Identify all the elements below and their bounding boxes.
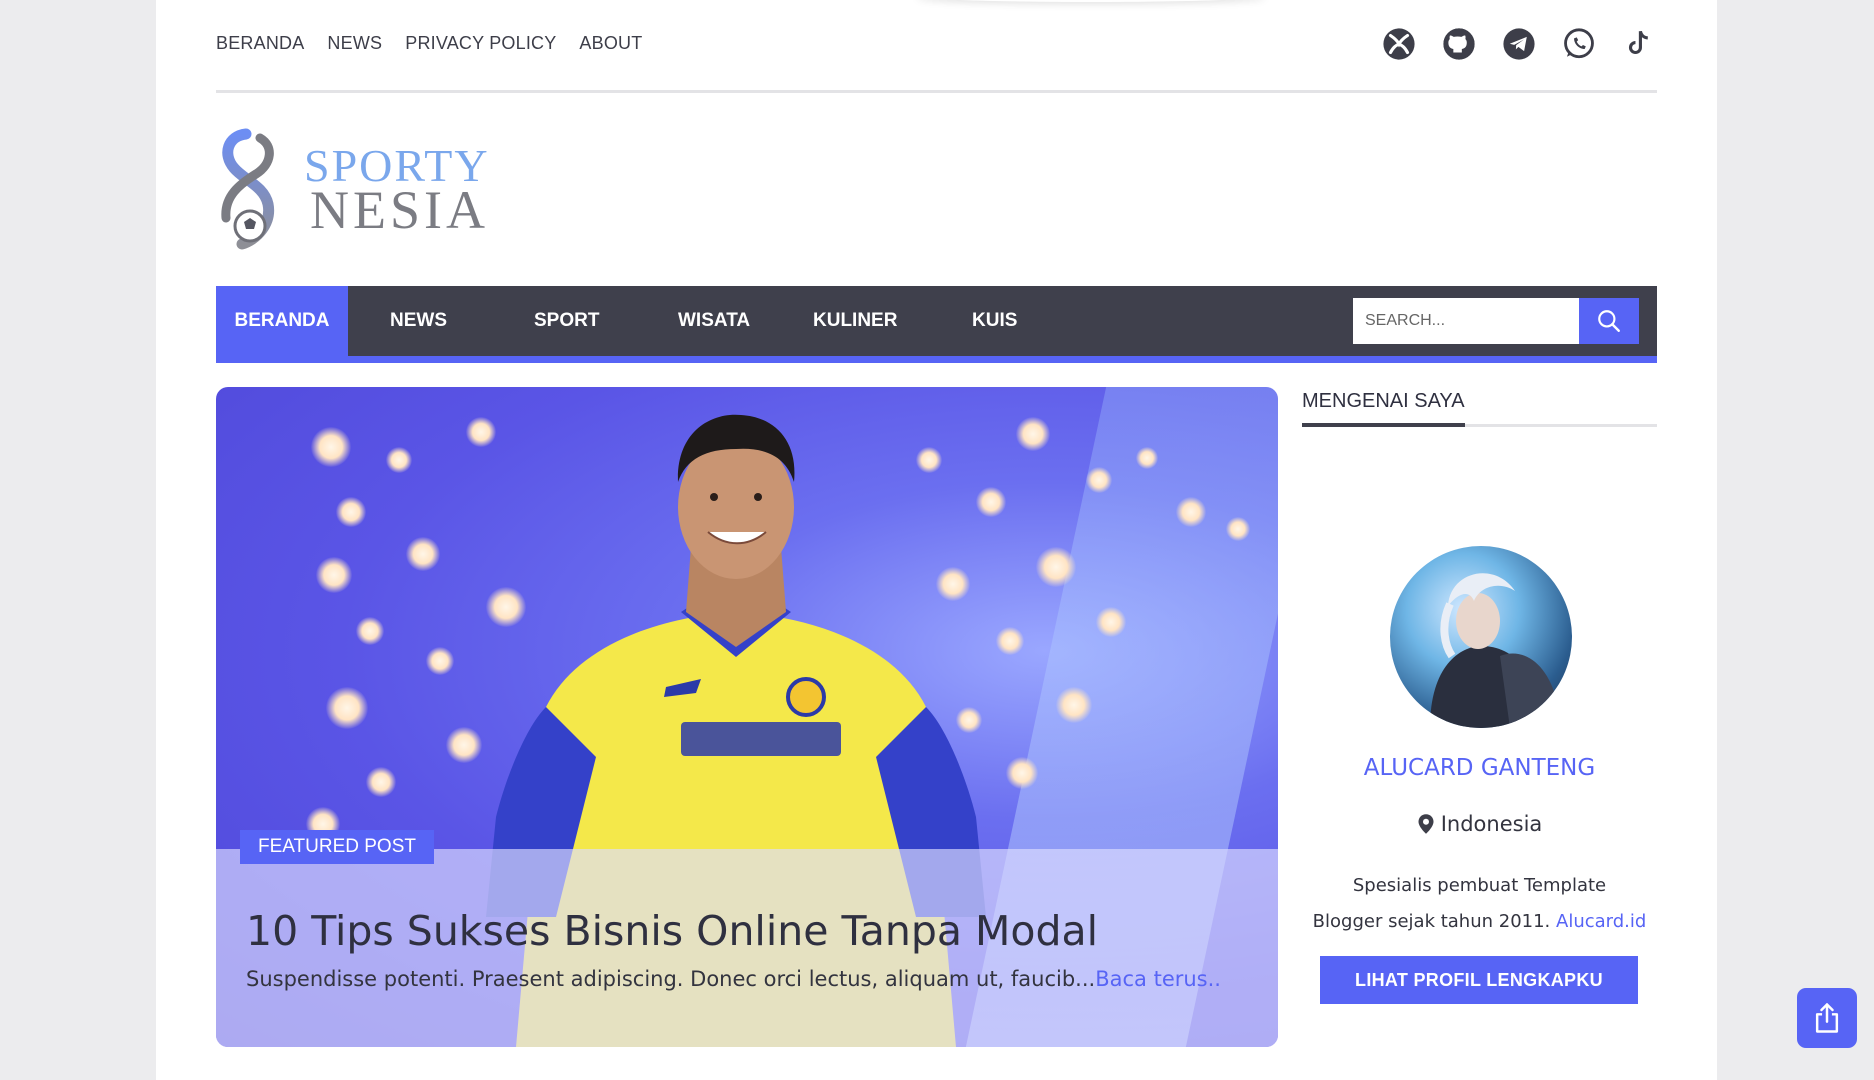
widget-title-text: MENGENAI SAYA bbox=[1302, 390, 1465, 427]
header-divider bbox=[216, 90, 1657, 93]
location-pin-icon bbox=[1418, 814, 1434, 834]
whatsapp-icon[interactable] bbox=[1561, 26, 1597, 62]
top-nav-item-about[interactable]: ABOUT bbox=[579, 33, 642, 54]
top-nav: BERANDA NEWS PRIVACY POLICY ABOUT bbox=[216, 33, 642, 54]
search-input[interactable] bbox=[1353, 298, 1579, 344]
search-form bbox=[1353, 298, 1639, 344]
profile-name[interactable]: ALUCARD GANTENG bbox=[1302, 755, 1657, 781]
featured-excerpt-text: Suspendisse potenti. Praesent adipiscing… bbox=[246, 967, 1096, 991]
profile-location: Indonesia bbox=[1302, 812, 1657, 836]
top-shadow bbox=[916, 0, 1266, 2]
read-more-link[interactable]: Baca terus.. bbox=[1095, 967, 1221, 991]
telegram-icon[interactable] bbox=[1501, 26, 1537, 62]
avatar bbox=[1390, 546, 1572, 728]
featured-tag[interactable]: FEATURED POST bbox=[240, 830, 434, 864]
main-nav: BERANDA NEWS SPORT WISATA KULINER KUIS bbox=[216, 286, 1657, 363]
profile-bio-line1: Spesialis pembuat Template bbox=[1352, 875, 1607, 896]
featured-post[interactable]: FEATURED POST 10 Tips Sukses Bisnis Onli… bbox=[216, 387, 1278, 1047]
share-icon bbox=[1815, 1003, 1839, 1033]
main-nav-item-beranda[interactable]: BERANDA bbox=[216, 286, 348, 356]
main-nav-item-sport[interactable]: SPORT bbox=[534, 286, 599, 356]
share-button[interactable] bbox=[1797, 988, 1857, 1048]
profile-bio-line2: Blogger sejak tahun 2011. bbox=[1312, 911, 1551, 932]
social-links bbox=[1381, 26, 1657, 62]
top-nav-item-news[interactable]: NEWS bbox=[327, 33, 382, 54]
profile-bio: Spesialis pembuat Template Blogger sejak… bbox=[1302, 868, 1657, 940]
search-button[interactable] bbox=[1579, 298, 1639, 344]
featured-post-excerpt: Suspendisse potenti. Praesent adipiscing… bbox=[246, 967, 1221, 991]
view-full-profile-button[interactable]: LIHAT PROFIL LENGKAPKU bbox=[1320, 956, 1638, 1004]
sidebar: MENGENAI SAYA ALUCARD GANTENG Indonesia … bbox=[1302, 390, 1657, 1004]
main-nav-item-kuliner[interactable]: KULINER bbox=[813, 286, 897, 356]
xbox-icon[interactable] bbox=[1381, 26, 1417, 62]
top-nav-item-privacy-policy[interactable]: PRIVACY POLICY bbox=[405, 33, 556, 54]
search-icon bbox=[1598, 310, 1620, 332]
logo-mark-icon bbox=[221, 128, 275, 250]
widget-title: MENGENAI SAYA bbox=[1302, 390, 1657, 427]
github-icon[interactable] bbox=[1441, 26, 1477, 62]
tiktok-icon[interactable] bbox=[1621, 26, 1657, 62]
featured-post-title[interactable]: 10 Tips Sukses Bisnis Online Tanpa Modal bbox=[246, 907, 1098, 955]
profile-location-text: Indonesia bbox=[1440, 812, 1543, 836]
profile-bio-link[interactable]: Alucard.id bbox=[1556, 911, 1646, 932]
logo-text-nesia: NESIA bbox=[310, 180, 489, 240]
page-container: BERANDA NEWS PRIVACY POLICY ABOUT SPORTY… bbox=[156, 0, 1717, 1080]
main-nav-item-kuis[interactable]: KUIS bbox=[972, 286, 1017, 356]
top-nav-item-beranda[interactable]: BERANDA bbox=[216, 33, 304, 54]
main-nav-item-wisata[interactable]: WISATA bbox=[678, 286, 750, 356]
site-logo[interactable]: SPORTY NESIA bbox=[216, 128, 490, 252]
main-nav-item-news[interactable]: NEWS bbox=[390, 286, 447, 356]
